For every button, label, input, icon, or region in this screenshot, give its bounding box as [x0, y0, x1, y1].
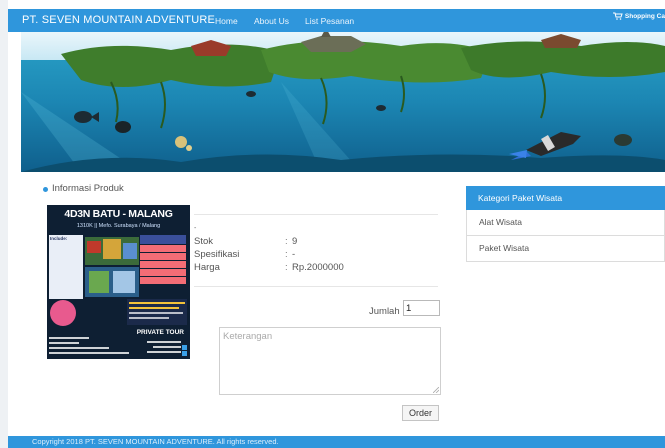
- top-navbar: PT. SEVEN MOUNTAIN ADVENTURE Home About …: [8, 9, 665, 32]
- product-dash: -: [194, 225, 197, 232]
- page: PT. SEVEN MOUNTAIN ADVENTURE Home About …: [0, 0, 665, 448]
- spec-label-spesifikasi: Spesifikasi: [194, 249, 240, 260]
- product-image-includes-title: Include:: [50, 236, 68, 241]
- divider-middle: [194, 286, 438, 287]
- hero-banner: [21, 32, 665, 172]
- divider-top: [194, 214, 438, 215]
- product-image-private-tour: PRIVATE TOUR: [136, 329, 184, 336]
- nav-link-home[interactable]: Home: [215, 16, 238, 26]
- product-image-bottom-panel: [127, 299, 187, 325]
- spec-colon-spesifikasi: :: [285, 249, 288, 260]
- nav-link-about-us[interactable]: About Us: [254, 16, 289, 26]
- product-image-subtitle: 1310K || Mefo. Surabaya / Malang: [76, 223, 161, 229]
- notes-textarea[interactable]: [219, 327, 441, 395]
- shopping-cart-link[interactable]: Shopping Ca: [612, 9, 665, 23]
- cart-label: Shopping Ca: [624, 12, 665, 20]
- footer-copyright: Copyright 2018 PT. SEVEN MOUNTAIN ADVENT…: [32, 437, 279, 446]
- nav-link-list-pesanan[interactable]: List Pesanan: [305, 16, 354, 26]
- left-strip: [0, 0, 8, 448]
- banner-artwork: [21, 32, 665, 172]
- product-image-contact-strip: [49, 337, 187, 356]
- sidebar-item-paket-wisata[interactable]: Paket Wisata: [466, 236, 665, 262]
- footer: Copyright 2018 PT. SEVEN MOUNTAIN ADVENT…: [8, 436, 665, 448]
- spec-colon-stok: :: [285, 236, 288, 247]
- product-info-title: Informasi Produk: [52, 183, 124, 194]
- product-image: 4D3N BATU - MALANG 1310K || Mefo. Suraba…: [47, 205, 190, 359]
- brand-title[interactable]: PT. SEVEN MOUNTAIN ADVENTURE: [22, 14, 215, 26]
- cart-icon: [612, 12, 623, 20]
- spec-colon-harga: :: [285, 262, 288, 273]
- sidebar-header[interactable]: Kategori Paket Wisata: [466, 186, 665, 210]
- sidebar-item-alat-wisata[interactable]: Alat Wisata: [466, 210, 665, 236]
- quantity-label: Jumlah :: [369, 306, 405, 317]
- spec-value-spesifikasi: -: [292, 249, 296, 260]
- category-sidebar: Kategori Paket Wisata Alat Wisata Paket …: [466, 186, 665, 262]
- order-button[interactable]: Order: [402, 405, 439, 421]
- product-image-title: 4D3N BATU - MALANG: [64, 208, 173, 220]
- resize-grip-icon[interactable]: [433, 387, 439, 393]
- spec-value-stok: 9: [292, 236, 298, 247]
- product-image-badge: [50, 300, 76, 326]
- section-bullet-icon: [43, 187, 48, 192]
- product-image-includes: Include:: [49, 235, 83, 299]
- spec-value-harga: Rp.2000000: [292, 262, 344, 273]
- spec-label-stok: Stok: [194, 236, 214, 247]
- product-image-price-table: [140, 235, 186, 291]
- spec-label-harga: Harga: [194, 262, 220, 273]
- product-image-photos: [85, 237, 139, 297]
- quantity-input[interactable]: [403, 300, 440, 316]
